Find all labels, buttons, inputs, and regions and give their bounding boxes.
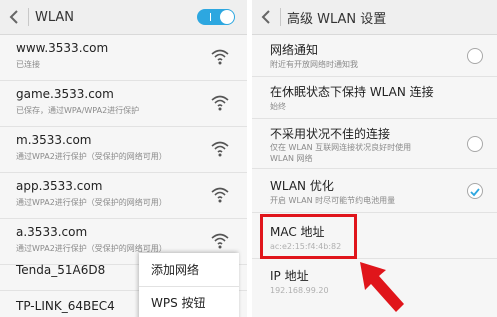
- network-status: 已连接: [16, 60, 40, 69]
- page-title: 高级 WLAN 设置: [287, 11, 387, 27]
- network-name: TP-LINK_64BEC4: [16, 299, 115, 313]
- network-name: game.3533.com: [16, 87, 114, 101]
- network-item[interactable]: game.3533.com 已保存，通过WPA/WPA2进行保护: [0, 81, 247, 127]
- wlan-optimization-checkbox[interactable]: [467, 183, 483, 199]
- wlan-panel: WLAN www.3533.com 已连接 game.3533.com 已保存，…: [0, 0, 247, 317]
- title-divider: [28, 8, 29, 26]
- setting-title: WLAN 优化: [270, 179, 334, 193]
- setting-subtitle: 始终: [270, 102, 286, 111]
- setting-subtitle: 仅在 WLAN 互联网连接状况良好时使用: [270, 143, 412, 152]
- network-name: Tenda_51A6D8: [16, 263, 106, 277]
- add-network-menu-item[interactable]: 添加网络: [139, 253, 239, 285]
- mac-address-highlight-box: [260, 214, 357, 259]
- network-item[interactable]: www.3533.com 已连接: [0, 35, 247, 81]
- network-notification-setting[interactable]: 网络通知 附近有开放网络时通知我: [252, 35, 497, 77]
- ip-address-value: 192.168.99.20: [270, 286, 329, 295]
- setting-title: 在休眠状态下保持 WLAN 连接: [270, 85, 434, 99]
- network-item[interactable]: app.3533.com 通过WPA2进行保护（受保护的网络可用）: [0, 173, 247, 219]
- setting-title: IP 地址: [270, 269, 309, 283]
- setting-subtitle: WLAN 网络: [270, 154, 313, 163]
- network-notification-checkbox[interactable]: [467, 48, 483, 64]
- network-name: app.3533.com: [16, 179, 103, 193]
- setting-subtitle: 开启 WLAN 时尽可能节约电池用量: [270, 196, 396, 205]
- network-name: www.3533.com: [16, 41, 109, 55]
- network-status: 通过WPA2进行保护（受保护的网络可用）: [16, 198, 167, 207]
- red-arrow-icon: [360, 262, 404, 312]
- avoid-poor-connections-setting[interactable]: 不采用状况不佳的连接 仅在 WLAN 互联网连接状况良好时使用 WLAN 网络: [252, 119, 497, 169]
- wifi-signal-icon: [211, 49, 229, 65]
- network-name: m.3533.com: [16, 133, 92, 147]
- setting-title: 不采用状况不佳的连接: [270, 127, 391, 141]
- back-icon[interactable]: [255, 0, 277, 34]
- wlan-optimization-setting[interactable]: WLAN 优化 开启 WLAN 时尽可能节约电池用量: [252, 169, 497, 213]
- network-status: 通过WPA2进行保护（受保护的网络可用）: [16, 152, 167, 161]
- network-item[interactable]: m.3533.com 通过WPA2进行保护（受保护的网络可用）: [0, 127, 247, 173]
- setting-subtitle: 附近有开放网络时通知我: [270, 60, 358, 69]
- wlan-toggle[interactable]: [197, 9, 235, 25]
- toggle-knob: [220, 10, 234, 24]
- keep-wlan-during-sleep-setting[interactable]: 在休眠状态下保持 WLAN 连接 始终: [252, 77, 497, 119]
- title-divider: [280, 8, 281, 26]
- checkmark-icon: [470, 188, 480, 197]
- wlan-titlebar: WLAN: [0, 0, 247, 35]
- back-icon[interactable]: [3, 0, 25, 34]
- wifi-locked-icon: [211, 95, 229, 111]
- wifi-locked-icon: [211, 187, 229, 203]
- advanced-titlebar: 高级 WLAN 设置: [252, 0, 497, 35]
- wifi-locked-icon: [211, 141, 229, 157]
- page-title: WLAN: [35, 9, 75, 25]
- network-name: a.3533.com: [16, 225, 88, 239]
- setting-title: 网络通知: [270, 43, 319, 57]
- wps-button-menu-item[interactable]: WPS 按钮: [139, 286, 239, 317]
- toggle-on-mark: [210, 13, 211, 21]
- network-status: 已保存，通过WPA/WPA2进行保护: [16, 106, 140, 115]
- wifi-locked-icon: [211, 233, 229, 249]
- avoid-poor-connections-checkbox[interactable]: [467, 136, 483, 152]
- options-menu: 添加网络 WPS 按钮: [139, 253, 239, 317]
